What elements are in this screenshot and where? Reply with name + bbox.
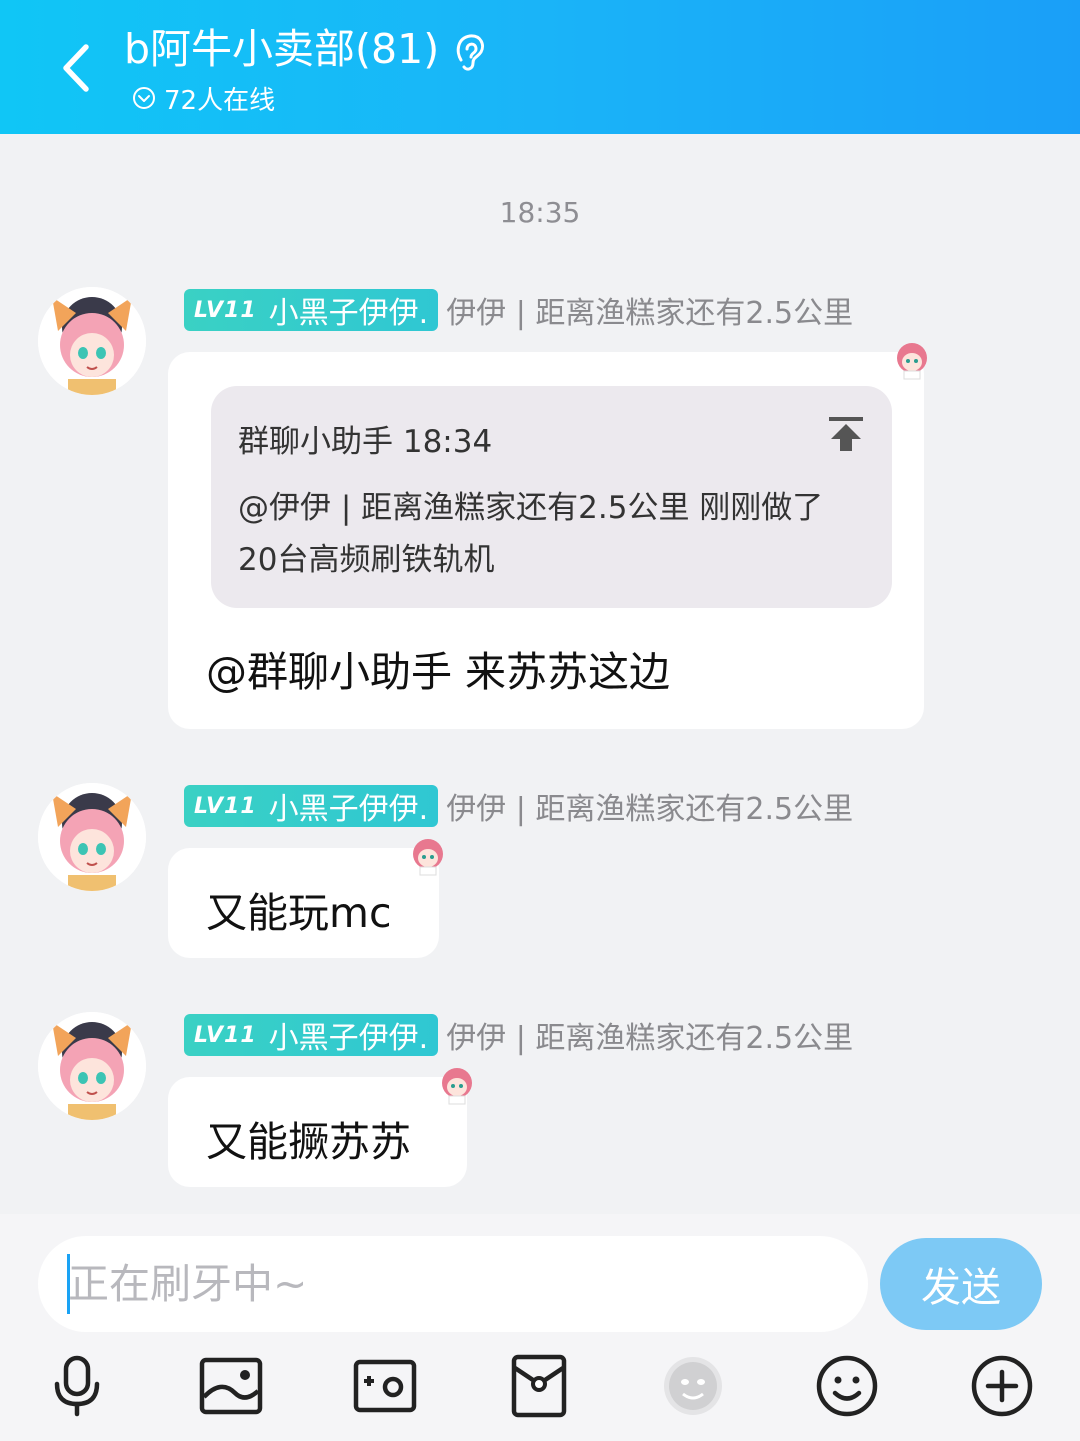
anime-avatar-icon bbox=[38, 1012, 146, 1120]
jump-to-top-icon[interactable] bbox=[826, 414, 866, 454]
quote-body: @伊伊 | 距离渔糕家还有2.5公里 刚刚做了20台高频刷铁轨机 bbox=[238, 490, 824, 578]
text-caret bbox=[67, 1254, 70, 1314]
emoji-button[interactable] bbox=[815, 1354, 879, 1418]
message-bubble[interactable]: 又能撅苏苏 bbox=[168, 1077, 467, 1187]
quoted-message[interactable]: 群聊小助手 18:34 @伊伊 | 距离渔糕家还有2.5公里 刚刚做了20台高频… bbox=[211, 386, 892, 608]
sender-remark: 伊伊 | 距离渔糕家还有2.5公里 bbox=[446, 792, 854, 827]
more-button[interactable] bbox=[970, 1354, 1034, 1418]
group-title[interactable]: b阿牛小卖部(81) bbox=[124, 22, 439, 76]
sender-nickname: 小黑子伊伊. bbox=[268, 1021, 429, 1056]
voice-button[interactable] bbox=[45, 1354, 109, 1418]
message-text: 又能玩mc bbox=[206, 889, 392, 937]
image-icon bbox=[199, 1357, 263, 1415]
anime-avatar-icon bbox=[38, 287, 146, 395]
face-sticker-icon bbox=[664, 1357, 722, 1415]
level-label: LV11 bbox=[194, 793, 257, 819]
plus-icon bbox=[971, 1355, 1033, 1417]
microphone-icon bbox=[54, 1355, 100, 1417]
online-count: 72人在线 bbox=[164, 85, 276, 116]
sender-info: LV11 小黑子伊伊. 伊伊 | 距离渔糕家还有2.5公里 bbox=[184, 1014, 853, 1056]
message-timestamp: 18:35 bbox=[499, 196, 581, 229]
sticker-button[interactable] bbox=[661, 1354, 725, 1418]
input-area: 发送 bbox=[0, 1214, 1080, 1441]
camera-icon bbox=[353, 1359, 417, 1413]
level-badge[interactable]: LV11 小黑子伊伊. bbox=[184, 289, 439, 331]
sender-info: LV11 小黑子伊伊. 伊伊 | 距离渔糕家还有2.5公里 bbox=[184, 289, 853, 331]
level-label: LV11 bbox=[194, 297, 257, 323]
chibi-sticker-icon bbox=[897, 343, 927, 380]
sender-avatar[interactable] bbox=[38, 1012, 146, 1120]
message-input[interactable] bbox=[38, 1236, 868, 1332]
red-packet-icon bbox=[511, 1354, 567, 1418]
sender-info: LV11 小黑子伊伊. 伊伊 | 距离渔糕家还有2.5公里 bbox=[184, 785, 853, 827]
sender-avatar[interactable] bbox=[38, 783, 146, 891]
anime-avatar-icon bbox=[38, 783, 146, 891]
chibi-sticker-icon bbox=[413, 839, 443, 876]
chibi-sticker-icon bbox=[442, 1068, 472, 1105]
back-button[interactable] bbox=[50, 38, 100, 98]
ear-icon[interactable] bbox=[452, 30, 488, 74]
level-badge[interactable]: LV11 小黑子伊伊. bbox=[184, 1014, 439, 1056]
emoji-icon bbox=[816, 1355, 878, 1417]
chevron-left-icon bbox=[63, 44, 89, 92]
message-text: 又能撅苏苏 bbox=[206, 1118, 411, 1166]
gallery-button[interactable] bbox=[199, 1354, 263, 1418]
red-packet-button[interactable] bbox=[507, 1354, 571, 1418]
level-badge[interactable]: LV11 小黑子伊伊. bbox=[184, 785, 439, 827]
sender-nickname: 小黑子伊伊. bbox=[268, 792, 429, 827]
level-label: LV11 bbox=[194, 1022, 257, 1048]
quote-header: 群聊小助手 18:34 bbox=[238, 424, 493, 460]
sender-avatar[interactable] bbox=[38, 287, 146, 395]
sender-remark: 伊伊 | 距离渔糕家还有2.5公里 bbox=[446, 1021, 854, 1056]
message-text: @群聊小助手 来苏苏这边 bbox=[206, 648, 671, 696]
message-bubble[interactable]: 又能玩mc bbox=[168, 848, 439, 958]
sender-nickname: 小黑子伊伊. bbox=[268, 296, 429, 331]
chat-header: b阿牛小卖部(81) 72人在线 bbox=[0, 0, 1080, 134]
send-button[interactable]: 发送 bbox=[880, 1238, 1042, 1330]
camera-button[interactable] bbox=[353, 1354, 417, 1418]
check-circle-icon bbox=[133, 87, 155, 109]
sender-remark: 伊伊 | 距离渔糕家还有2.5公里 bbox=[446, 296, 854, 331]
online-status[interactable]: 72人在线 bbox=[132, 80, 275, 116]
message-bubble[interactable]: 群聊小助手 18:34 @伊伊 | 距离渔糕家还有2.5公里 刚刚做了20台高频… bbox=[168, 352, 924, 729]
